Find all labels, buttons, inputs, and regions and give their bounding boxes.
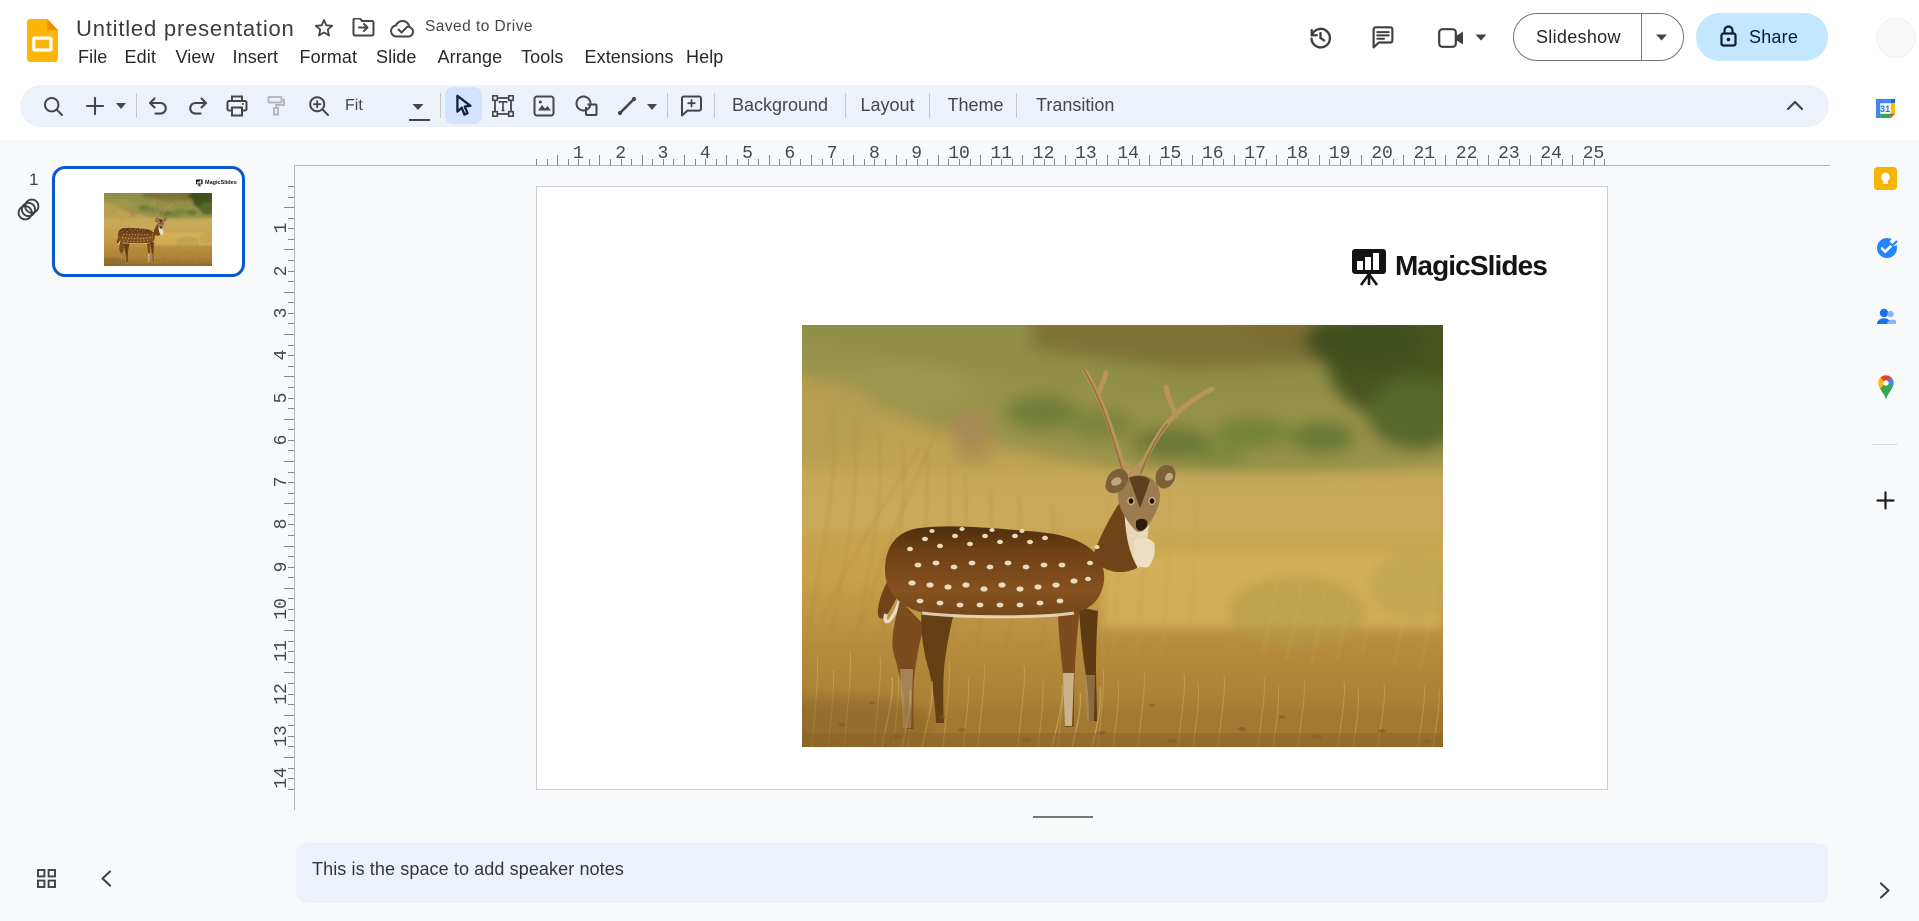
svg-text:31: 31 xyxy=(1880,104,1890,114)
